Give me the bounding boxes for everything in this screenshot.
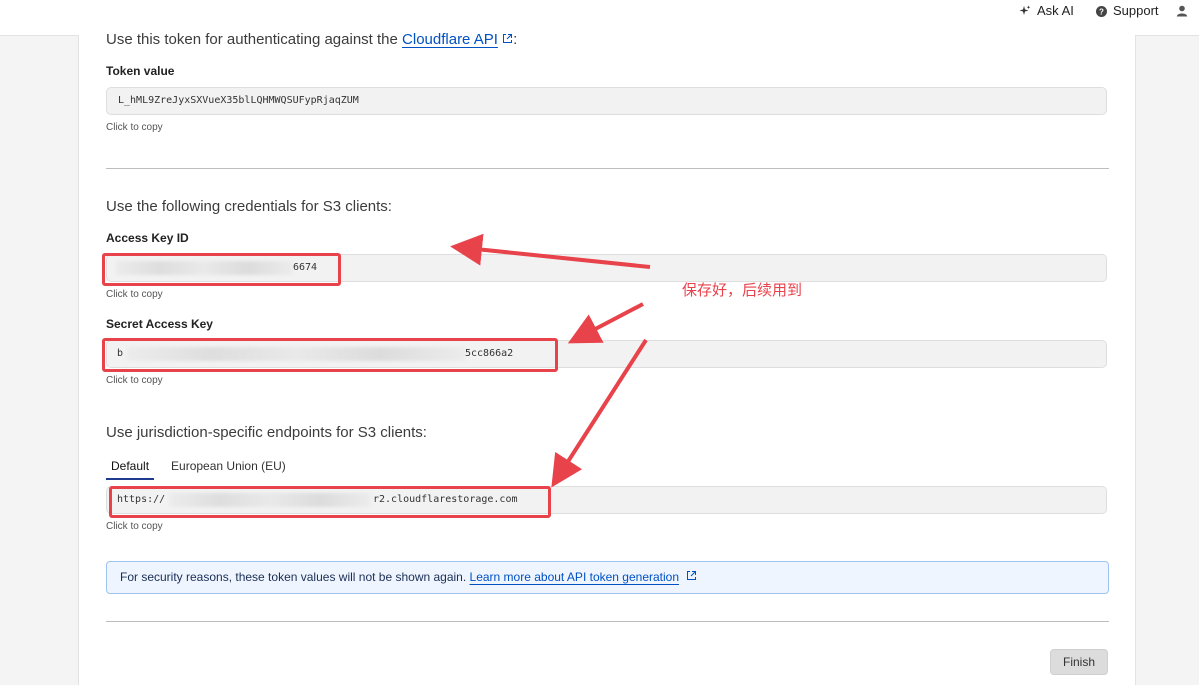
- external-link-icon[interactable]: [502, 33, 513, 44]
- access-key-highlight: [102, 253, 341, 286]
- token-value-label: Token value: [106, 64, 175, 78]
- ask-ai-button[interactable]: Ask AI: [1019, 0, 1074, 22]
- tab-european-union[interactable]: European Union (EU): [166, 455, 291, 480]
- token-value-field[interactable]: L_hML9ZreJyxSXVueX35blLQHMWQSUFypRjaqZUM: [106, 87, 1107, 115]
- token-intro-text: Use this token for authenticating agains…: [106, 31, 398, 48]
- secret-key-highlight: [102, 338, 558, 372]
- access-key-label: Access Key ID: [106, 231, 189, 245]
- token-intro: Use this token for authenticating agains…: [106, 31, 517, 48]
- support-label: Support: [1113, 3, 1159, 18]
- finish-button[interactable]: Finish: [1050, 649, 1108, 675]
- sparkle-icon: [1019, 5, 1031, 15]
- tab-default[interactable]: Default: [106, 455, 155, 480]
- svg-text:?: ?: [1099, 7, 1104, 16]
- token-value: L_hML9ZreJyxSXVueX35blLQHMWQSUFypRjaqZUM: [118, 95, 359, 106]
- user-menu-button[interactable]: [1176, 0, 1188, 22]
- help-circle-icon: ?: [1096, 5, 1107, 17]
- learn-more-link[interactable]: Learn more about API token generation: [470, 570, 679, 584]
- endpoint-click-to-copy[interactable]: Click to copy: [106, 521, 163, 532]
- access-key-click-to-copy[interactable]: Click to copy: [106, 289, 163, 300]
- notice-text: For security reasons, these token values…: [120, 570, 467, 584]
- security-notice: For security reasons, these token values…: [106, 561, 1109, 594]
- token-click-to-copy[interactable]: Click to copy: [106, 122, 163, 133]
- s3-intro: Use the following credentials for S3 cli…: [106, 198, 392, 215]
- endpoint-intro: Use jurisdiction-specific endpoints for …: [106, 424, 427, 441]
- annotation-text: 保存好，后续用到: [682, 282, 803, 299]
- token-intro-suffix: :: [513, 31, 518, 48]
- endpoint-highlight: [109, 486, 551, 518]
- external-link-icon[interactable]: [686, 570, 697, 581]
- divider: [106, 168, 1109, 169]
- cloudflare-api-link[interactable]: Cloudflare API: [402, 31, 498, 48]
- user-icon: [1176, 5, 1188, 17]
- endpoint-tabs: Default European Union (EU): [106, 455, 291, 480]
- support-button[interactable]: ? Support: [1096, 0, 1159, 22]
- secret-key-label: Secret Access Key: [106, 317, 213, 331]
- ask-ai-label: Ask AI: [1037, 3, 1074, 18]
- divider: [106, 621, 1109, 622]
- secret-key-click-to-copy[interactable]: Click to copy: [106, 375, 163, 386]
